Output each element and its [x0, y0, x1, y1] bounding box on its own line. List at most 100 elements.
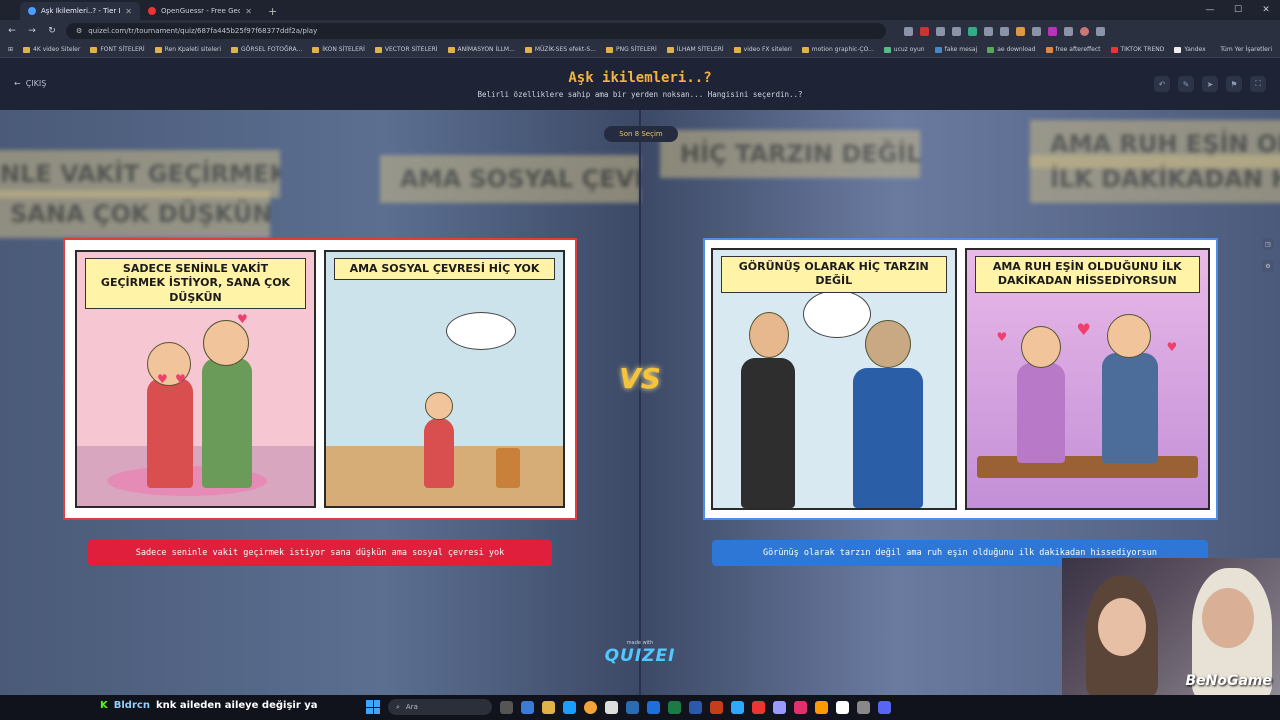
- search-app-icon[interactable]: [815, 700, 828, 714]
- bookmark-item[interactable]: ANİMASYON İLLM...: [447, 46, 515, 53]
- reload-icon[interactable]: ↻: [46, 26, 58, 36]
- extension-icon[interactable]: [936, 26, 945, 36]
- apps-grid-icon[interactable]: ⊞: [8, 46, 13, 53]
- folder-icon: [524, 46, 532, 53]
- bookmark-item[interactable]: ae download: [987, 46, 1036, 53]
- site-info-icon[interactable]: ⚙: [76, 27, 82, 35]
- bookmark-icon[interactable]: ⚑: [1226, 76, 1242, 92]
- bookmark-item[interactable]: video FX siteleri: [733, 46, 792, 53]
- photoshop-icon[interactable]: [731, 700, 744, 714]
- maximize-icon[interactable]: ☐: [1224, 0, 1252, 20]
- person-head: [865, 320, 911, 368]
- bookmark-item[interactable]: FONT SİTELERİ: [90, 46, 145, 53]
- store-icon[interactable]: [563, 700, 576, 714]
- edit-icon[interactable]: ✎: [1178, 76, 1194, 92]
- extension-icon[interactable]: [968, 26, 977, 36]
- discord-icon[interactable]: [878, 700, 891, 714]
- premiere-icon[interactable]: [773, 700, 786, 714]
- steam-icon[interactable]: [626, 700, 639, 714]
- app-icon[interactable]: [752, 700, 765, 714]
- right-panel-1: GÖRÜNÜŞ OLARAK HİÇ TARZIN DEĞİL: [711, 248, 957, 510]
- extension-icon[interactable]: [1048, 26, 1057, 36]
- bookmark-item[interactable]: free aftereffect: [1045, 46, 1101, 53]
- all-bookmarks-link[interactable]: Tüm Yer İşaretleri: [1220, 46, 1272, 53]
- app-icon[interactable]: [605, 700, 618, 714]
- bookmark-item[interactable]: GÖRSEL FOTOĞRA...: [231, 46, 302, 53]
- taskbar-search[interactable]: ⌕ Ara: [388, 699, 492, 715]
- bookmark-item[interactable]: İLHAM SİTELERİ: [666, 46, 724, 53]
- windows-start-icon[interactable]: [366, 700, 380, 714]
- heart-icon: ♥: [157, 372, 168, 386]
- bookmark-item[interactable]: PNG SİTELERİ: [605, 46, 657, 53]
- extension-icon[interactable]: [984, 26, 993, 36]
- bookmark-item[interactable]: TIKTOK TREND: [1110, 46, 1164, 53]
- background-blur-text: AMA SOSYAL ÇEVRE: [380, 155, 640, 203]
- site-icon: [1110, 46, 1118, 53]
- bookmark-item[interactable]: VECTOR SİTELERİ: [374, 46, 438, 53]
- webcam-overlay: BeNoGame: [1062, 558, 1280, 695]
- excel-icon[interactable]: [668, 700, 681, 714]
- header-tools: ↶ ✎ ➤ ⚑ ⛶: [1154, 76, 1266, 92]
- instagram-icon[interactable]: [794, 700, 807, 714]
- browser-tab[interactable]: OpenGuessr - Free GeoGu... ✕: [140, 2, 260, 20]
- browser-tab-active[interactable]: Aşk İkilemleri..? - Tier List, Kör S ✕: [20, 2, 140, 20]
- close-icon[interactable]: ✕: [125, 7, 132, 16]
- profile-avatar-icon[interactable]: [1080, 26, 1089, 36]
- forward-arrow-icon[interactable]: →: [26, 26, 38, 36]
- extension-icon[interactable]: [952, 26, 961, 36]
- bookmark-item[interactable]: motion graphic-ÇO...: [801, 46, 874, 53]
- bookmark-item[interactable]: ucuz oyun: [883, 46, 925, 53]
- left-option-caption[interactable]: Sadece seninle vakit geçirmek istiyor sa…: [88, 540, 552, 566]
- back-arrow-icon[interactable]: ←: [6, 26, 18, 36]
- file-explorer-icon[interactable]: [542, 700, 555, 714]
- url-field[interactable]: ⚙ quizel.com/tr/tournament/quiz/687fa445…: [66, 23, 886, 39]
- sidebar-toggle-icon[interactable]: ◳: [1262, 238, 1274, 250]
- share-icon[interactable]: ➤: [1202, 76, 1218, 92]
- vscode-icon[interactable]: [647, 700, 660, 714]
- powerpoint-icon[interactable]: [710, 700, 723, 714]
- bookmark-item[interactable]: İKON SİTELERİ: [312, 46, 365, 53]
- word-icon[interactable]: [689, 700, 702, 714]
- menu-dots-icon[interactable]: [1096, 26, 1105, 36]
- person-figure: [202, 358, 252, 488]
- webcam-watermark: BeNoGame: [1185, 673, 1272, 689]
- right-panel-2: ♥ ♥ ♥ AMA RUH EŞİN OLDUĞUNU İLK DAKİKADA…: [964, 248, 1210, 510]
- left-option-card[interactable]: ♥ ♥ ♥ SADECE SENİNLE VAKİT GEÇİRMEK İSTİ…: [63, 238, 577, 520]
- task-view-icon[interactable]: [500, 700, 513, 714]
- site-icon: [1174, 46, 1182, 53]
- bookmark-item[interactable]: 4K video Siteler: [23, 46, 80, 53]
- folder-icon: [374, 46, 382, 53]
- bookmarks-bar: ⊞ 4K video Siteler FONT SİTELERİ Ren Kpa…: [0, 42, 1280, 58]
- close-window-icon[interactable]: ✕: [1252, 0, 1280, 20]
- panel-caption: AMA RUH EŞİN OLDUĞUNU İLK DAKİKADAN HİSS…: [974, 256, 1200, 293]
- close-icon[interactable]: ✕: [245, 7, 252, 16]
- minimize-icon[interactable]: —: [1196, 0, 1224, 20]
- panel-caption: AMA SOSYAL ÇEVRESİ HİÇ YOK: [334, 258, 555, 281]
- folder-icon: [90, 46, 98, 53]
- edge-icon[interactable]: [521, 700, 534, 714]
- bookmark-item[interactable]: MÜZİK-SES efekt-S...: [524, 46, 596, 53]
- notion-icon[interactable]: [836, 700, 849, 714]
- background-blur-text: SANA ÇOK DÜŞKÜN: [0, 190, 270, 238]
- extension-icon[interactable]: [1016, 26, 1025, 36]
- chrome-icon[interactable]: [584, 700, 597, 714]
- folder-icon: [154, 46, 162, 53]
- round-badge: Son 8 Seçim: [604, 126, 678, 142]
- settings-icon[interactable]: [857, 700, 870, 714]
- bookmark-item[interactable]: Yandex: [1174, 46, 1206, 53]
- right-option-card[interactable]: GÖRÜNÜŞ OLARAK HİÇ TARZIN DEĞİL ♥ ♥ ♥ AM…: [703, 238, 1218, 520]
- fullscreen-icon[interactable]: ⛶: [1250, 76, 1266, 92]
- extension-icon[interactable]: [1000, 26, 1009, 36]
- new-tab-icon[interactable]: +: [260, 2, 285, 20]
- undo-icon[interactable]: ↶: [1154, 76, 1170, 92]
- folder-icon: [447, 46, 455, 53]
- extension-icon[interactable]: [1032, 26, 1041, 36]
- bookmark-item[interactable]: fake mesaj: [934, 46, 977, 53]
- extension-icon[interactable]: [920, 26, 929, 36]
- streamer-face: [1098, 598, 1146, 656]
- search-icon: ⌕: [396, 702, 400, 711]
- download-icon[interactable]: [1064, 26, 1073, 36]
- bookmark-item[interactable]: Ren Kpaleti siteleri: [154, 46, 221, 53]
- star-icon[interactable]: [904, 26, 913, 36]
- settings-toggle-icon[interactable]: ⚙: [1262, 260, 1274, 272]
